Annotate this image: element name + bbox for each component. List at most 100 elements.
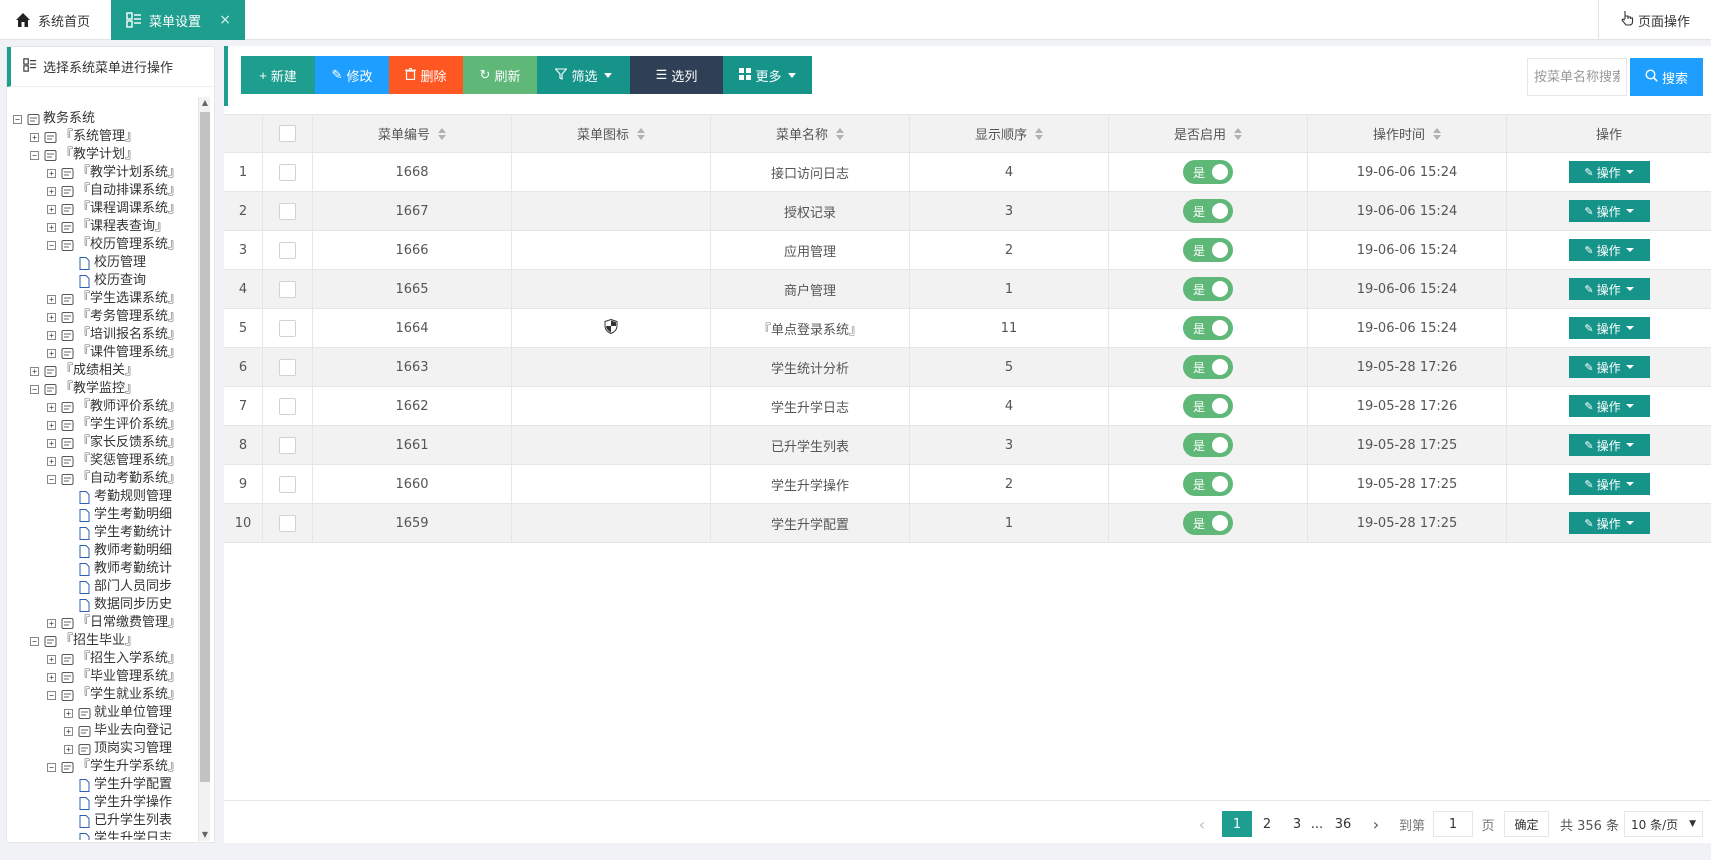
scroll-down-arrow-icon[interactable]: ▼: [199, 829, 211, 841]
table-row[interactable]: 7 1662 学生升学日志 4 是 19-05-28 17:26 ✎ 操作: [224, 387, 1711, 426]
expand-icon[interactable]: +: [47, 294, 56, 304]
table-row[interactable]: 5 1664 『单点登录系统』 11 是 19-06-06 15:24 ✎ 操作: [224, 309, 1711, 348]
tree-node[interactable]: 学生考勤统计: [7, 524, 199, 542]
enabled-toggle[interactable]: 是: [1183, 160, 1233, 184]
tree-node[interactable]: + 『课程调课系统』: [7, 200, 199, 218]
row-checkbox[interactable]: [279, 514, 296, 532]
tree-node[interactable]: − 『教学监控』: [7, 380, 199, 398]
refresh-button[interactable]: ↻ 刷新: [463, 56, 537, 94]
expand-icon[interactable]: +: [47, 420, 56, 430]
enabled-toggle[interactable]: 是: [1183, 199, 1233, 223]
table-row[interactable]: 4 1665 商户管理 1 是 19-06-06 15:24 ✎ 操作: [224, 270, 1711, 309]
tree-node[interactable]: + 毕业去向登记: [7, 722, 199, 740]
scroll-thumb[interactable]: [200, 112, 210, 782]
tree-node[interactable]: + 『培训报名系统』: [7, 326, 199, 344]
tree-node[interactable]: − 『学生就业系统』: [7, 686, 199, 704]
header-enabled[interactable]: 是否启用: [1109, 115, 1308, 152]
expand-icon[interactable]: +: [47, 438, 56, 448]
expand-icon[interactable]: +: [47, 654, 56, 664]
enabled-toggle[interactable]: 是: [1183, 355, 1233, 379]
row-action-dropdown[interactable]: ✎ 操作: [1568, 512, 1650, 534]
tree-node[interactable]: 学生升学配置: [7, 776, 199, 794]
expand-icon[interactable]: +: [64, 726, 73, 736]
table-row[interactable]: 1 1668 接口访问日志 4 是 19-06-06 15:24 ✎ 操作: [224, 153, 1711, 192]
row-action-dropdown[interactable]: ✎ 操作: [1568, 356, 1650, 378]
edit-button[interactable]: ✎ 修改: [315, 56, 389, 94]
tree-node[interactable]: − 『招生毕业』: [7, 632, 199, 650]
tree-node[interactable]: + 『奖惩管理系统』: [7, 452, 199, 470]
row-action-dropdown[interactable]: ✎ 操作: [1568, 239, 1650, 261]
search-input[interactable]: [1527, 58, 1627, 96]
tree-node[interactable]: + 『日常缴费管理』: [7, 614, 199, 632]
page-2-button[interactable]: 2: [1252, 811, 1282, 837]
row-action-dropdown[interactable]: ✎ 操作: [1568, 434, 1650, 456]
tab-home[interactable]: 系统首页: [0, 0, 110, 40]
tree-node[interactable]: + 『毕业管理系统』: [7, 668, 199, 686]
row-action-dropdown[interactable]: ✎ 操作: [1568, 395, 1650, 417]
collapse-icon[interactable]: −: [30, 636, 39, 646]
new-button[interactable]: + 新建: [241, 56, 315, 94]
row-action-dropdown[interactable]: ✎ 操作: [1568, 317, 1650, 339]
row-checkbox[interactable]: [279, 358, 296, 376]
collapse-icon[interactable]: −: [47, 762, 56, 772]
page-size-select[interactable]: 10 条/页 ▼: [1624, 811, 1703, 837]
tree-node[interactable]: 教师考勤统计: [7, 560, 199, 578]
row-checkbox[interactable]: [279, 319, 296, 337]
expand-icon[interactable]: +: [47, 312, 56, 322]
table-row[interactable]: 10 1659 学生升学配置 1 是 19-05-28 17:25 ✎ 操作: [224, 504, 1711, 543]
expand-icon[interactable]: +: [30, 366, 39, 376]
header-order[interactable]: 显示顺序: [910, 115, 1109, 152]
expand-icon[interactable]: +: [47, 402, 56, 412]
goto-page-input[interactable]: [1433, 811, 1473, 837]
search-button[interactable]: 搜索: [1630, 58, 1703, 96]
tree-node[interactable]: + 『教师评价系统』: [7, 398, 199, 416]
tree-node[interactable]: 学生考勤明细: [7, 506, 199, 524]
sort-icon[interactable]: [1035, 127, 1043, 140]
row-checkbox[interactable]: [279, 436, 296, 454]
sort-icon[interactable]: [438, 127, 446, 140]
select-all-checkbox[interactable]: [279, 125, 296, 142]
collapse-icon[interactable]: −: [13, 114, 22, 124]
header-menu-name[interactable]: 菜单名称: [711, 115, 910, 152]
row-checkbox[interactable]: [279, 280, 296, 298]
scroll-up-arrow-icon[interactable]: ▲: [199, 97, 211, 109]
tree-node[interactable]: + 『成绩相关』: [7, 362, 199, 380]
columns-button[interactable]: ☰ 选列: [630, 56, 723, 94]
expand-icon[interactable]: +: [64, 708, 73, 718]
tree-node[interactable]: + 就业单位管理: [7, 704, 199, 722]
tree-node[interactable]: − 『教学计划』: [7, 146, 199, 164]
expand-icon[interactable]: +: [64, 744, 73, 754]
table-row[interactable]: 8 1661 已升学生列表 3 是 19-05-28 17:25 ✎ 操作: [224, 426, 1711, 465]
expand-icon[interactable]: +: [47, 186, 56, 196]
enabled-toggle[interactable]: 是: [1183, 394, 1233, 418]
tree-node[interactable]: − 『学生升学系统』: [7, 758, 199, 776]
page-1-button[interactable]: 1: [1222, 811, 1252, 837]
tree-node[interactable]: 数据同步历史: [7, 596, 199, 614]
row-action-dropdown[interactable]: ✎ 操作: [1568, 473, 1650, 495]
tree-node[interactable]: 教师考勤明细: [7, 542, 199, 560]
tree-node[interactable]: − 『校历管理系统』: [7, 236, 199, 254]
page-operations-button[interactable]: 页面操作: [1598, 0, 1711, 40]
tree-node[interactable]: 校历查询: [7, 272, 199, 290]
tree-node[interactable]: 已升学生列表: [7, 812, 199, 830]
table-row[interactable]: 3 1666 应用管理 2 是 19-06-06 15:24 ✎ 操作: [224, 231, 1711, 270]
tree-node[interactable]: + 『学生评价系统』: [7, 416, 199, 434]
expand-icon[interactable]: +: [47, 168, 56, 178]
tree-node[interactable]: + 『课件管理系统』: [7, 344, 199, 362]
tree-node[interactable]: + 『教学计划系统』: [7, 164, 199, 182]
table-row[interactable]: 6 1663 学生统计分析 5 是 19-05-28 17:26 ✎ 操作: [224, 348, 1711, 387]
tree-node[interactable]: + 『家长反馈系统』: [7, 434, 199, 452]
header-menu-icon[interactable]: 菜单图标: [512, 115, 711, 152]
collapse-icon[interactable]: −: [30, 150, 39, 160]
expand-icon[interactable]: +: [47, 618, 56, 628]
tab-menu-settings[interactable]: 菜单设置 ×: [111, 0, 245, 40]
expand-icon[interactable]: +: [47, 330, 56, 340]
enabled-toggle[interactable]: 是: [1183, 238, 1233, 262]
tree-node[interactable]: 考勤规则管理: [7, 488, 199, 506]
tree-node[interactable]: + 『学生选课系统』: [7, 290, 199, 308]
row-action-dropdown[interactable]: ✎ 操作: [1568, 278, 1650, 300]
sort-icon[interactable]: [637, 127, 645, 140]
filter-dropdown-button[interactable]: 筛选: [537, 56, 630, 94]
enabled-toggle[interactable]: 是: [1183, 277, 1233, 301]
table-row[interactable]: 9 1660 学生升学操作 2 是 19-05-28 17:25 ✎ 操作: [224, 465, 1711, 504]
